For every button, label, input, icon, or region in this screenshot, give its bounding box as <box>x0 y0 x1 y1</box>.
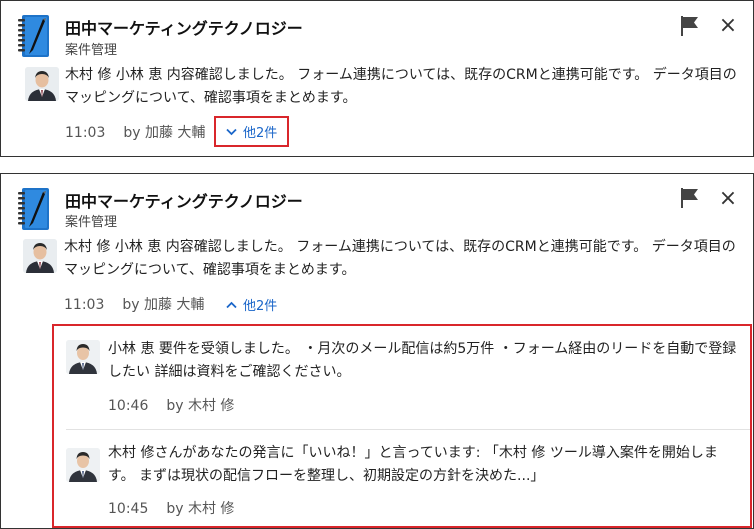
person-avatar-icon <box>23 239 57 273</box>
reply-time: 10:45 <box>108 501 149 517</box>
avatar <box>23 239 57 273</box>
notification-time: 11:03 <box>64 297 105 313</box>
notebook-app-icon <box>18 188 49 230</box>
avatar <box>25 67 59 101</box>
app-name: 田中マーケティングテクノロジー <box>65 192 303 211</box>
flag-icon[interactable] <box>679 187 701 209</box>
reply-message: 木村 修さんがあなたの発言に「いいね！」と言っています: 「木村 修 ツール導入… <box>108 445 718 484</box>
expand-replies-toggle[interactable]: 他2件 <box>214 116 290 147</box>
app-name: 田中マーケティングテクノロジー <box>65 19 303 38</box>
app-category: 案件管理 <box>65 215 118 230</box>
notification-message: 木村 修 小林 恵 内容確認しました。 フォーム連携については、既存のCRMと連… <box>64 239 736 278</box>
reply-author: by 木村 修 <box>166 398 235 414</box>
reply-time: 10:46 <box>108 398 149 414</box>
collapse-replies-toggle[interactable]: 他2件 <box>226 295 277 314</box>
reply-meta: 10:45 by 木村 修 <box>108 498 234 518</box>
toggle-label: 他2件 <box>243 126 278 141</box>
notification-author: by 加藤 大輔 <box>122 297 205 313</box>
toggle-label: 他2件 <box>243 299 278 314</box>
person-avatar-icon <box>66 448 100 482</box>
reply-author: by 木村 修 <box>166 501 235 517</box>
notification-time: 11:03 <box>65 125 106 141</box>
replies-thread: 小林 恵 要件を受領しました。 ・月次のメール配信は約5万件 ・フォーム経由のリ… <box>52 324 752 528</box>
avatar <box>66 448 100 482</box>
flag-icon[interactable] <box>679 15 701 37</box>
notification-meta: 11:03 by 加藤 大輔 <box>65 122 205 142</box>
chevron-down-icon <box>226 128 237 135</box>
notification-card-collapsed[interactable]: 田中マーケティングテクノロジー 案件管理 × 木村 修 小林 恵 内容確認しまし… <box>0 0 754 157</box>
notification-message: 木村 修 小林 恵 内容確認しました。 フォーム連携については、既存のCRMと連… <box>65 67 737 106</box>
close-icon[interactable]: × <box>717 15 739 37</box>
person-avatar-icon <box>66 340 100 374</box>
notification-author: by 加藤 大輔 <box>123 125 206 141</box>
reply-divider <box>66 429 750 430</box>
avatar <box>66 340 100 374</box>
person-avatar-icon <box>25 67 59 101</box>
close-icon[interactable]: × <box>717 188 739 210</box>
chevron-up-icon <box>226 301 237 308</box>
reply-message: 小林 恵 要件を受領しました。 ・月次のメール配信は約5万件 ・フォーム経由のリ… <box>108 341 737 380</box>
notebook-app-icon <box>18 15 49 57</box>
notification-meta: 11:03 by 加藤 大輔 <box>64 294 204 314</box>
app-category: 案件管理 <box>65 43 118 58</box>
reply-meta: 10:46 by 木村 修 <box>108 395 234 415</box>
notification-card-expanded[interactable]: 田中マーケティングテクノロジー 案件管理 × 木村 修 小林 恵 内容確認しまし… <box>0 173 754 529</box>
